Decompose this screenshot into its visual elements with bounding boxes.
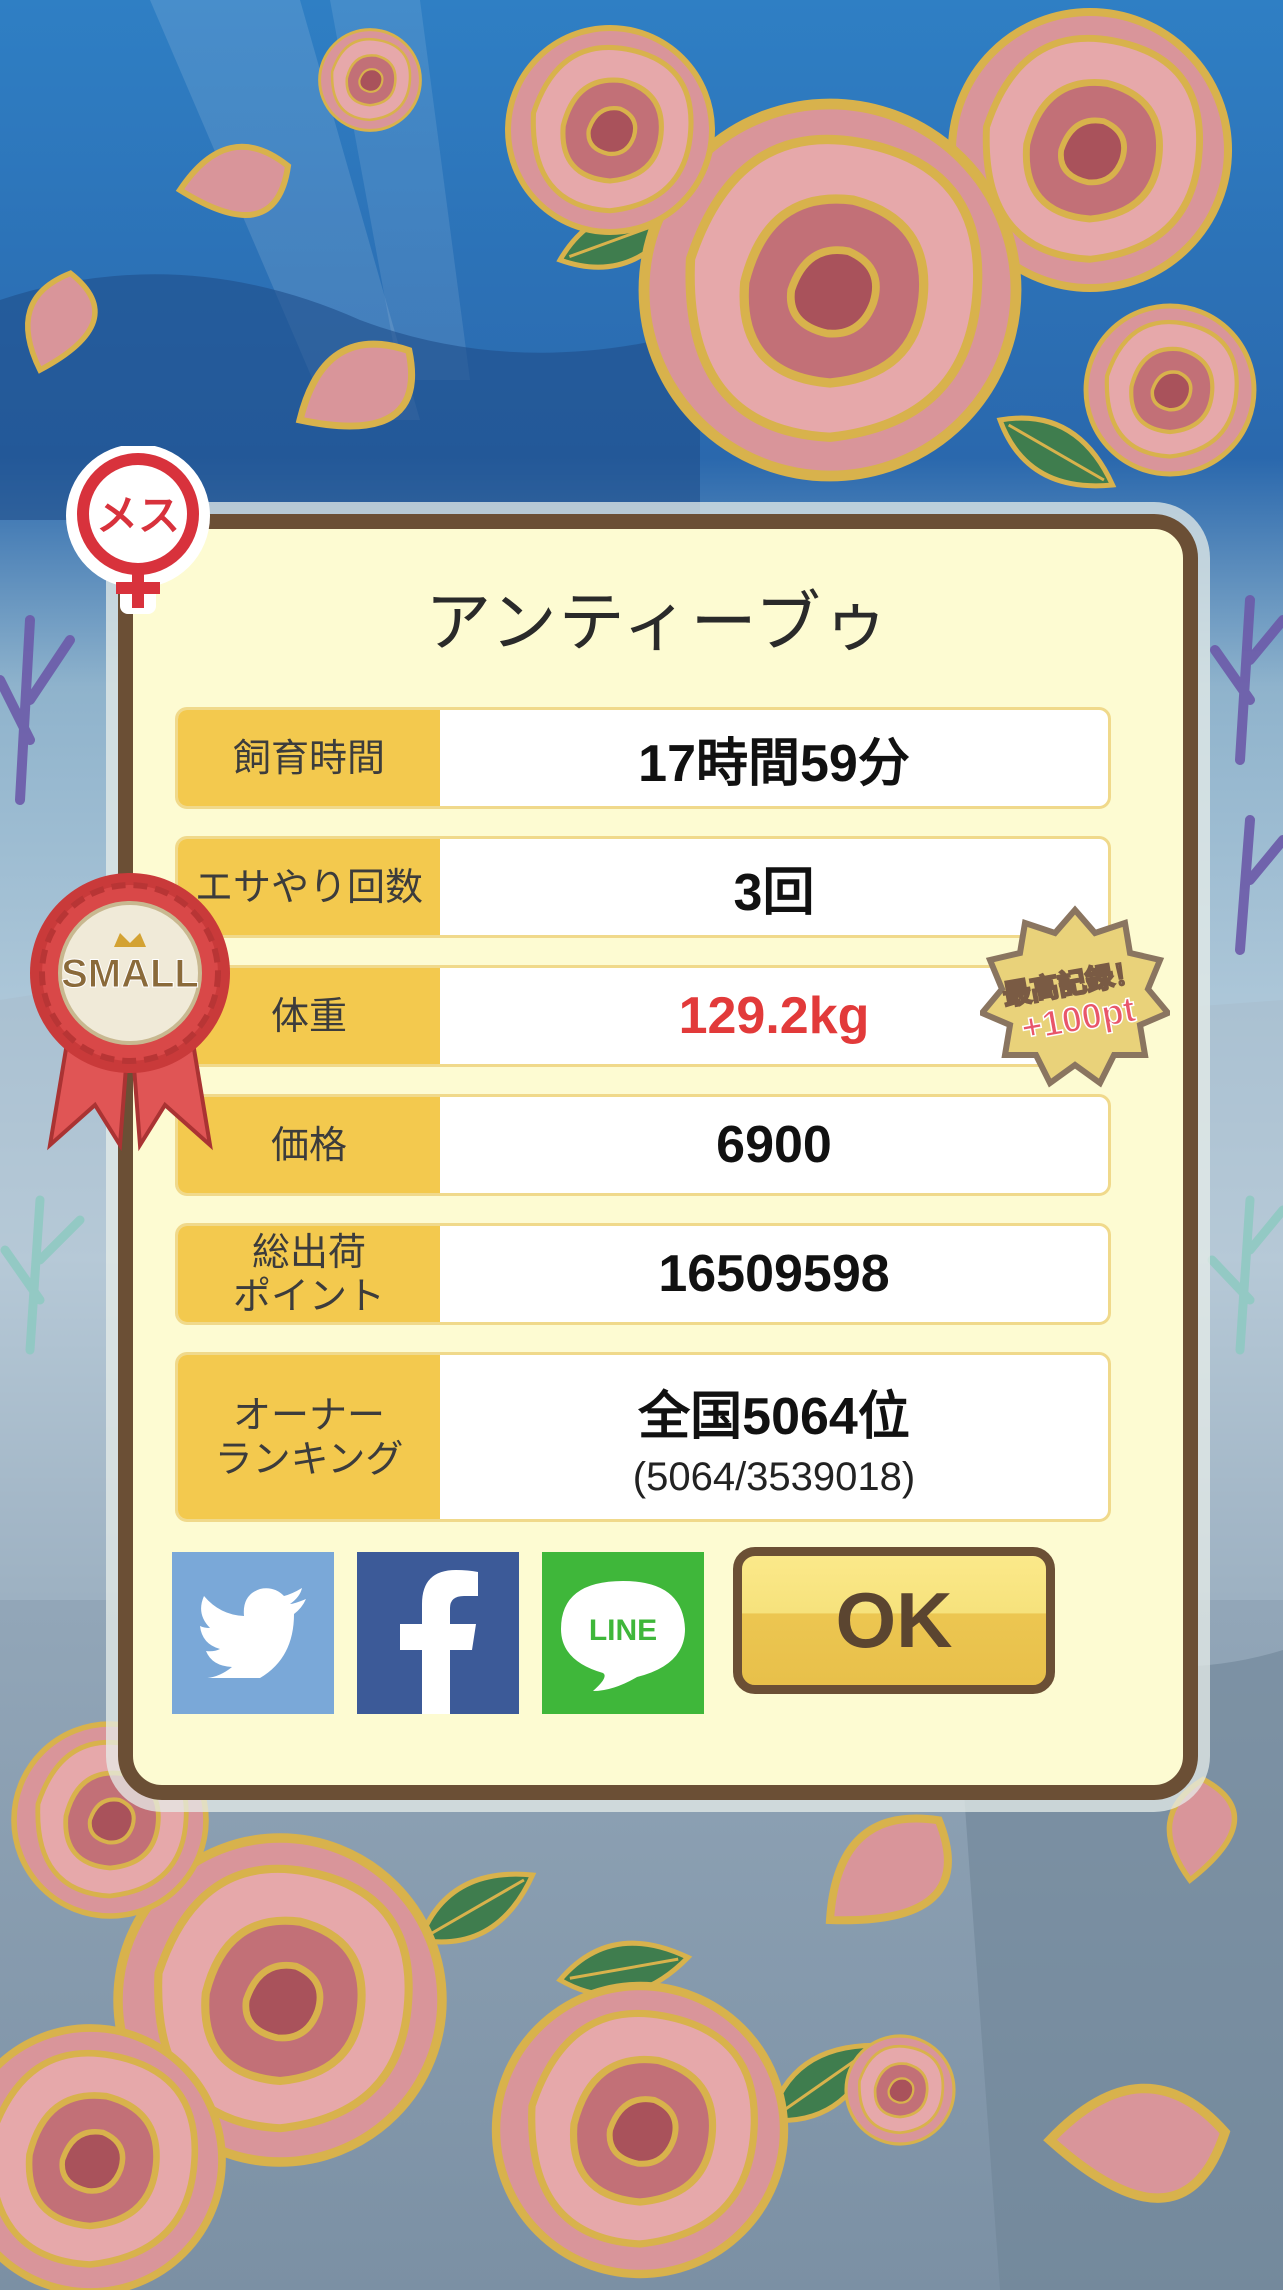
ok-button[interactable]: OK — [733, 1547, 1055, 1694]
stat-row-shipping-points: 総出荷 ポイント 16509598 — [175, 1223, 1111, 1325]
stat-value: 全国5064位 (5064/3539018) — [440, 1355, 1108, 1519]
stat-row-weight: 体重 129.2kg — [175, 965, 1111, 1067]
stat-label: 総出荷 ポイント — [178, 1226, 440, 1322]
gender-label: メス — [96, 491, 180, 540]
line-logo-text: LINE — [589, 1614, 657, 1647]
stat-value: 6900 — [716, 1116, 832, 1174]
stat-row-feed-count: エサやり回数 3回 — [175, 836, 1111, 938]
line-logo-icon: LINE — [561, 1581, 685, 1691]
twitter-share-button[interactable] — [172, 1552, 334, 1714]
twitter-bird-icon — [198, 1588, 306, 1678]
stat-row-breeding-time: 飼育時間 17時間59分 — [175, 707, 1111, 809]
stat-value: 16509598 — [658, 1245, 890, 1303]
facebook-f-icon — [400, 1570, 478, 1714]
female-gender-badge: メス — [66, 446, 210, 614]
stat-label: 飼育時間 — [178, 710, 440, 806]
ranking-value: 全国5064位 — [638, 1388, 910, 1446]
fish-name-title: アンティーブゥ — [425, 584, 891, 661]
stat-label: オーナー ランキング — [178, 1355, 440, 1519]
stat-row-price: 価格 6900 — [175, 1094, 1111, 1196]
record-bonus-badge: 最高記録！ +100pt — [980, 905, 1170, 1088]
size-label: SMALL — [61, 952, 199, 996]
result-dialog: アンティーブゥ 飼育時間 17時間59分 エサやり回数 3回 体重 129.2k… — [118, 514, 1198, 1800]
line-share-button[interactable]: LINE — [542, 1552, 704, 1714]
size-ribbon-badge: SMALL — [30, 873, 230, 1152]
ranking-detail: (5064/3539018) — [632, 1455, 916, 1499]
stat-row-owner-ranking: オーナー ランキング 全国5064位 (5064/3539018) — [175, 1352, 1111, 1522]
facebook-share-button[interactable] — [357, 1552, 519, 1714]
stat-value: 17時間59分 — [638, 734, 910, 793]
